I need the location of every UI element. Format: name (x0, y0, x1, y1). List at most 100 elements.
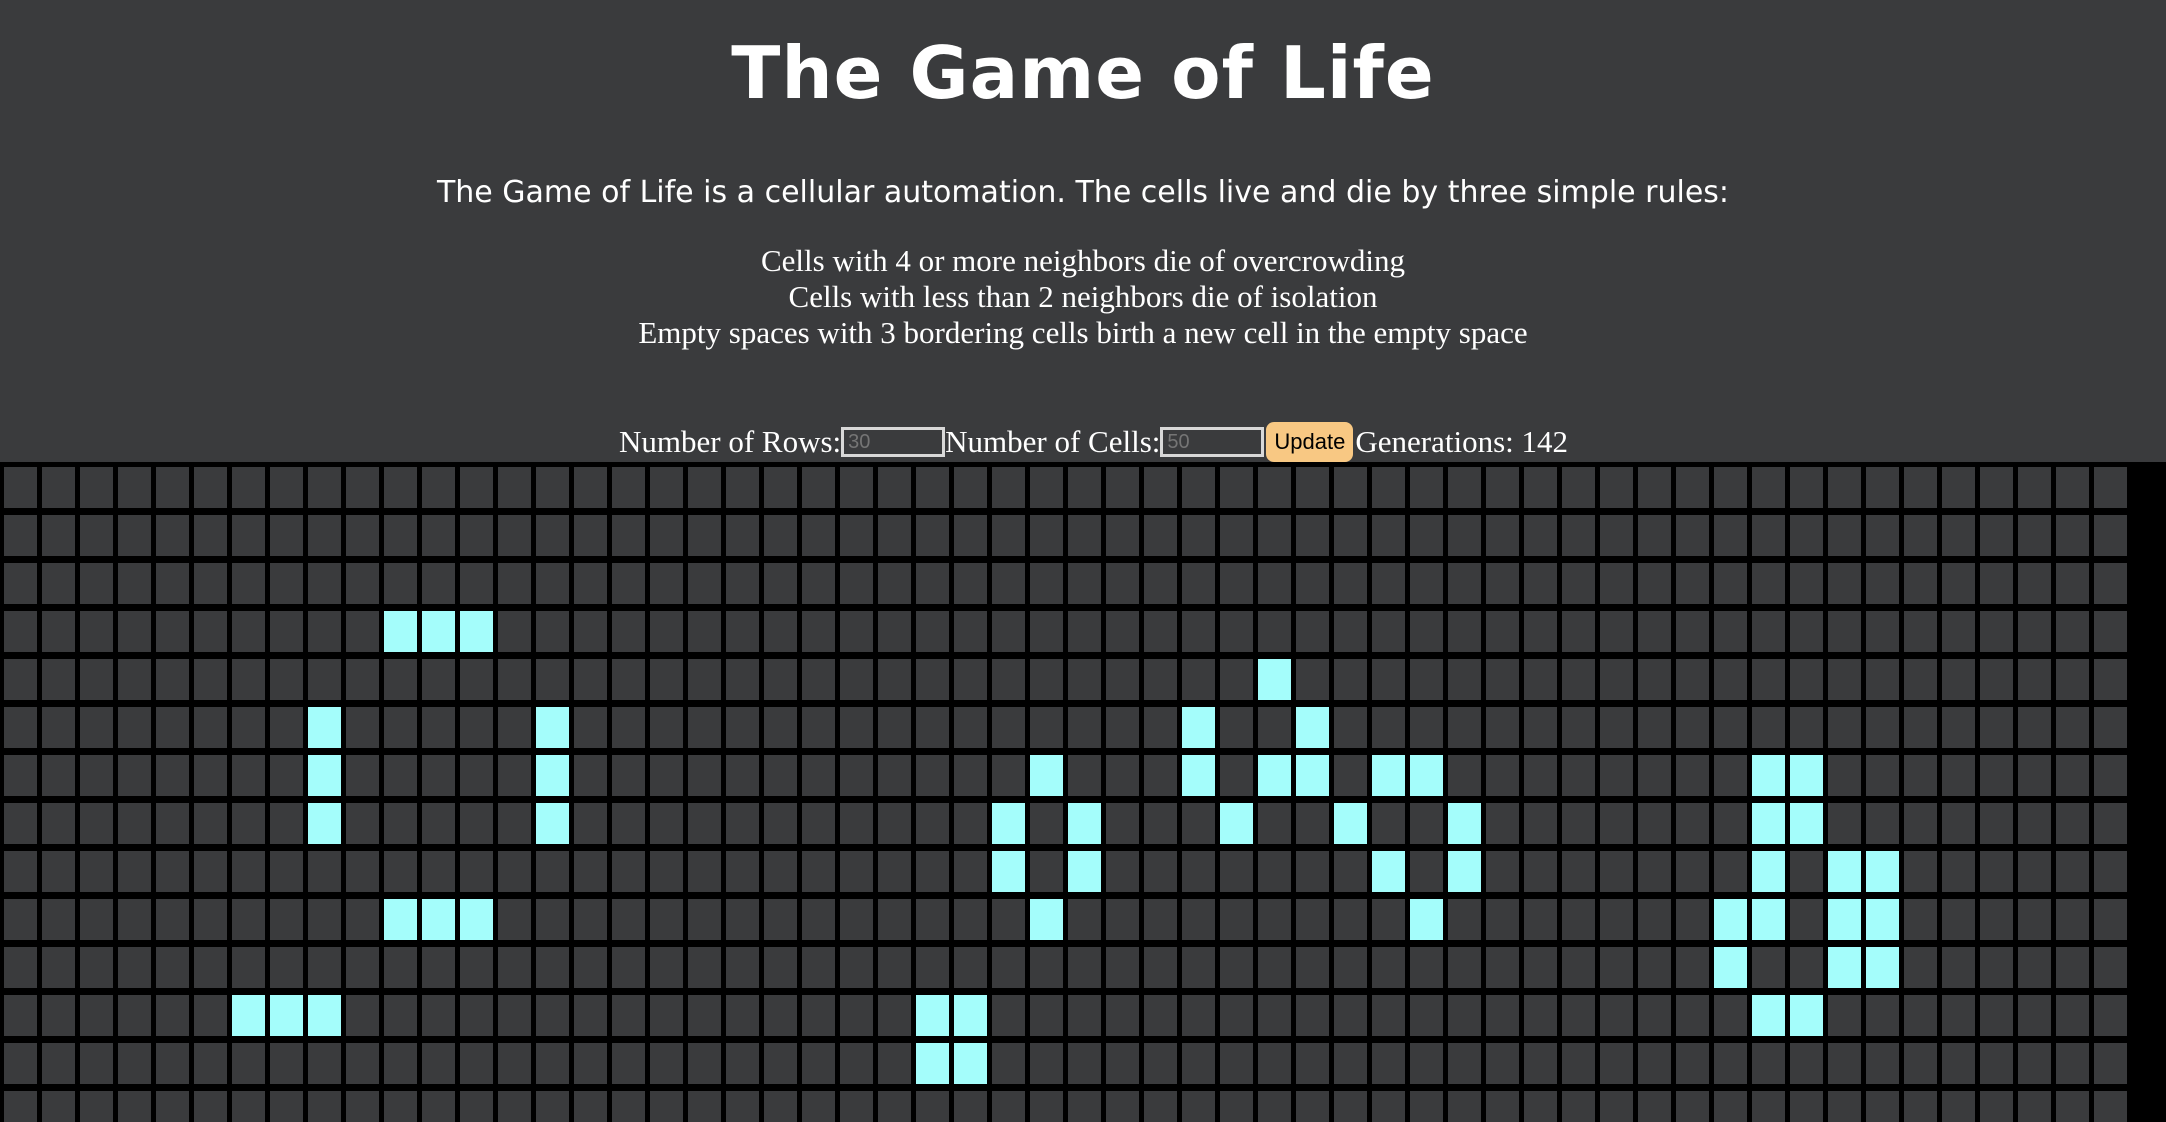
dead-cell[interactable] (802, 659, 835, 700)
alive-cell[interactable] (1714, 899, 1747, 940)
dead-cell[interactable] (346, 467, 379, 508)
dead-cell[interactable] (1638, 659, 1671, 700)
dead-cell[interactable] (1980, 563, 2013, 604)
dead-cell[interactable] (384, 1091, 417, 1122)
dead-cell[interactable] (194, 995, 227, 1036)
dead-cell[interactable] (1638, 803, 1671, 844)
dead-cell[interactable] (194, 1043, 227, 1084)
dead-cell[interactable] (536, 899, 569, 940)
dead-cell[interactable] (536, 947, 569, 988)
dead-cell[interactable] (232, 1091, 265, 1122)
dead-cell[interactable] (574, 611, 607, 652)
dead-cell[interactable] (992, 1043, 1025, 1084)
dead-cell[interactable] (346, 1091, 379, 1122)
dead-cell[interactable] (118, 707, 151, 748)
dead-cell[interactable] (384, 707, 417, 748)
update-button[interactable]: Update (1266, 422, 1354, 462)
dead-cell[interactable] (1790, 515, 1823, 556)
dead-cell[interactable] (80, 1091, 113, 1122)
dead-cell[interactable] (1030, 467, 1063, 508)
dead-cell[interactable] (1676, 707, 1709, 748)
dead-cell[interactable] (156, 899, 189, 940)
dead-cell[interactable] (1752, 1043, 1785, 1084)
dead-cell[interactable] (802, 611, 835, 652)
dead-cell[interactable] (2018, 851, 2051, 892)
dead-cell[interactable] (498, 659, 531, 700)
dead-cell[interactable] (194, 515, 227, 556)
dead-cell[interactable] (2056, 851, 2089, 892)
dead-cell[interactable] (840, 659, 873, 700)
dead-cell[interactable] (346, 563, 379, 604)
dead-cell[interactable] (612, 563, 645, 604)
dead-cell[interactable] (42, 611, 75, 652)
dead-cell[interactable] (688, 563, 721, 604)
dead-cell[interactable] (1676, 515, 1709, 556)
dead-cell[interactable] (2018, 995, 2051, 1036)
dead-cell[interactable] (1258, 707, 1291, 748)
dead-cell[interactable] (726, 707, 759, 748)
dead-cell[interactable] (1600, 515, 1633, 556)
dead-cell[interactable] (1980, 755, 2013, 796)
dead-cell[interactable] (194, 707, 227, 748)
dead-cell[interactable] (422, 1043, 455, 1084)
dead-cell[interactable] (118, 659, 151, 700)
dead-cell[interactable] (1486, 707, 1519, 748)
dead-cell[interactable] (346, 1043, 379, 1084)
dead-cell[interactable] (498, 611, 531, 652)
dead-cell[interactable] (1448, 947, 1481, 988)
dead-cell[interactable] (42, 515, 75, 556)
dead-cell[interactable] (4, 803, 37, 844)
alive-cell[interactable] (1866, 947, 1899, 988)
dead-cell[interactable] (1486, 659, 1519, 700)
dead-cell[interactable] (270, 851, 303, 892)
dead-cell[interactable] (4, 659, 37, 700)
dead-cell[interactable] (156, 467, 189, 508)
dead-cell[interactable] (726, 1091, 759, 1122)
alive-cell[interactable] (954, 1043, 987, 1084)
dead-cell[interactable] (650, 995, 683, 1036)
dead-cell[interactable] (1866, 1043, 1899, 1084)
dead-cell[interactable] (2056, 1043, 2089, 1084)
dead-cell[interactable] (346, 611, 379, 652)
dead-cell[interactable] (1524, 851, 1557, 892)
dead-cell[interactable] (232, 467, 265, 508)
alive-cell[interactable] (1334, 803, 1367, 844)
dead-cell[interactable] (270, 515, 303, 556)
dead-cell[interactable] (1904, 947, 1937, 988)
dead-cell[interactable] (650, 563, 683, 604)
dead-cell[interactable] (1448, 707, 1481, 748)
dead-cell[interactable] (384, 995, 417, 1036)
dead-cell[interactable] (498, 851, 531, 892)
dead-cell[interactable] (1068, 467, 1101, 508)
dead-cell[interactable] (1144, 611, 1177, 652)
dead-cell[interactable] (1676, 995, 1709, 1036)
alive-cell[interactable] (422, 899, 455, 940)
dead-cell[interactable] (878, 851, 911, 892)
dead-cell[interactable] (1942, 707, 1975, 748)
alive-cell[interactable] (954, 995, 987, 1036)
dead-cell[interactable] (536, 1043, 569, 1084)
dead-cell[interactable] (1600, 1091, 1633, 1122)
dead-cell[interactable] (232, 707, 265, 748)
dead-cell[interactable] (916, 467, 949, 508)
dead-cell[interactable] (194, 899, 227, 940)
dead-cell[interactable] (1562, 467, 1595, 508)
dead-cell[interactable] (1220, 1043, 1253, 1084)
dead-cell[interactable] (1752, 467, 1785, 508)
alive-cell[interactable] (1752, 995, 1785, 1036)
dead-cell[interactable] (1182, 995, 1215, 1036)
dead-cell[interactable] (80, 851, 113, 892)
dead-cell[interactable] (2018, 515, 2051, 556)
dead-cell[interactable] (2018, 1043, 2051, 1084)
dead-cell[interactable] (1334, 467, 1367, 508)
dead-cell[interactable] (992, 995, 1025, 1036)
dead-cell[interactable] (1258, 1091, 1291, 1122)
alive-cell[interactable] (1372, 851, 1405, 892)
dead-cell[interactable] (2018, 755, 2051, 796)
dead-cell[interactable] (1866, 803, 1899, 844)
dead-cell[interactable] (2056, 755, 2089, 796)
dead-cell[interactable] (1372, 659, 1405, 700)
alive-cell[interactable] (308, 755, 341, 796)
dead-cell[interactable] (1144, 803, 1177, 844)
dead-cell[interactable] (1980, 515, 2013, 556)
